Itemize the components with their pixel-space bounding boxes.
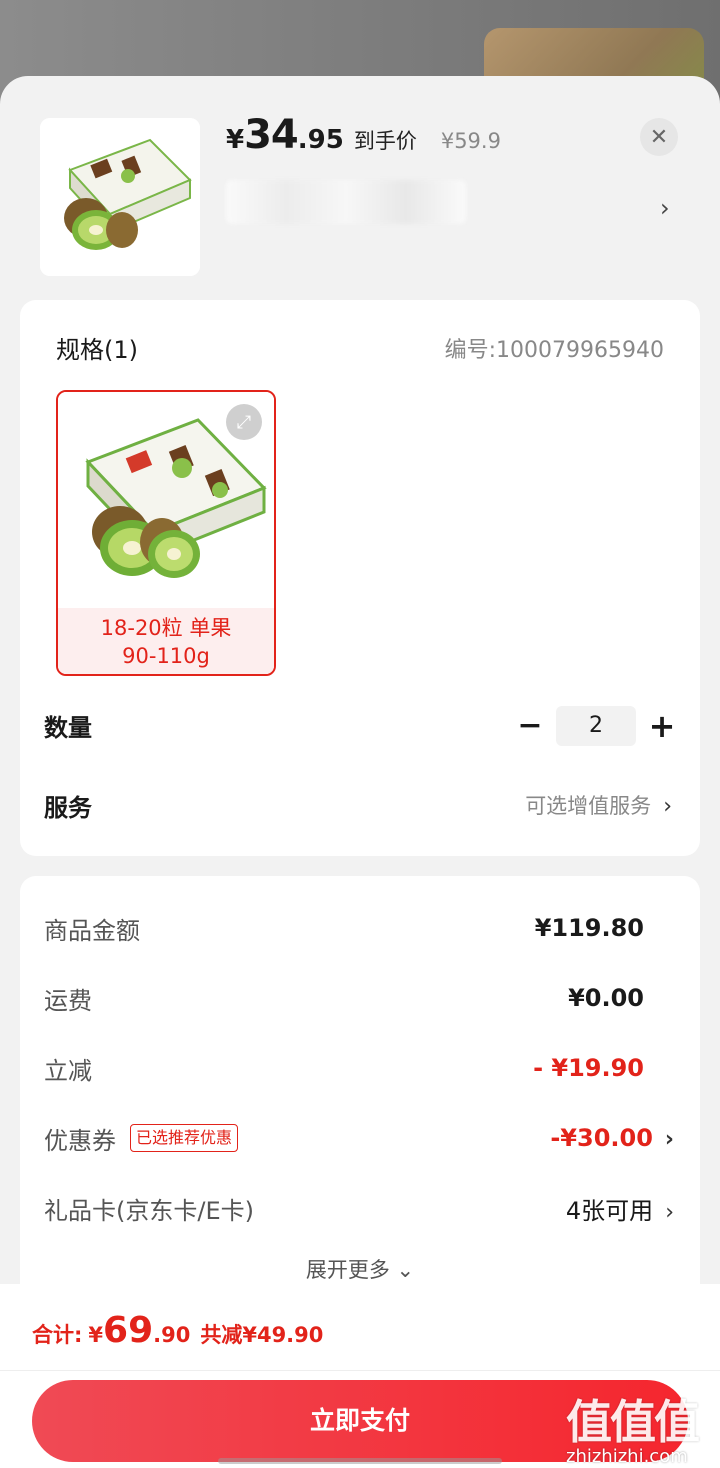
- product-thumbnail: [40, 118, 200, 276]
- spec-option-selected[interactable]: ⤢ 18-20粒 单果 90-110g: [56, 390, 276, 676]
- watermark: 值值值 zhizhizhi.com: [566, 1386, 714, 1467]
- giftcard-label: 礼品卡(京东卡/E卡): [44, 1196, 254, 1225]
- home-indicator: [218, 1458, 502, 1464]
- spec-option-label: 18-20粒 单果 90-110g: [58, 608, 274, 674]
- expand-image-icon[interactable]: ⤢: [226, 404, 262, 440]
- price-row: ¥ 34 .95 到手价 ¥59.9: [226, 112, 501, 158]
- goods-amount-value: ¥119.80: [534, 914, 644, 942]
- shipping-label: 运费: [44, 986, 92, 1015]
- blurred-product-title: [226, 180, 466, 224]
- spec-option-line2: 90-110g: [122, 644, 210, 668]
- spec-title: 规格(1): [56, 336, 138, 364]
- shipping-value: ¥0.00: [568, 984, 644, 1012]
- total-decimal: .90: [153, 1323, 191, 1347]
- shipping-row: 运费 ¥0.00: [44, 978, 674, 1018]
- coupon-value-group: -¥30.00 ›: [550, 1124, 674, 1152]
- service-label: 服务: [44, 794, 92, 822]
- price-integer: 34: [244, 112, 299, 158]
- chevron-right-icon: ›: [663, 794, 672, 819]
- giftcard-value-group: 4张可用 ›: [566, 1191, 674, 1226]
- total-saving: 共减¥49.90: [200, 1323, 324, 1347]
- giftcard-value: 4张可用: [565, 1196, 654, 1225]
- instant-discount-value: - ¥19.90: [533, 1054, 644, 1082]
- service-value: 可选增值服务: [525, 794, 652, 818]
- sku-number: 编号:100079965940: [444, 338, 664, 363]
- price-decimal: .95: [297, 125, 344, 155]
- final-price-tag: 到手价: [353, 129, 417, 153]
- spec-option-line1: 18-20粒 单果: [100, 616, 232, 640]
- price-summary-card: 商品金额 ¥119.80 运费 ¥0.00 立减 - ¥19.90 优惠券 已选…: [20, 876, 700, 1316]
- watermark-logo: 值值值: [566, 1395, 700, 1449]
- giftcard-row[interactable]: 礼品卡(京东卡/E卡) 4张可用 ›: [44, 1188, 674, 1228]
- goods-amount-label: 商品金额: [44, 916, 140, 945]
- price-currency: ¥: [226, 125, 245, 155]
- service-selector[interactable]: 可选增值服务 ›: [525, 790, 672, 820]
- close-button[interactable]: ✕: [640, 118, 678, 156]
- total-row: 合计: ¥ 69 .90 共减¥49.90: [32, 1310, 323, 1351]
- spec-card: 规格(1) 编号:100079965940 ⤢ 18-20粒 单果 90-110…: [20, 300, 700, 856]
- minus-icon[interactable]: −: [516, 708, 544, 744]
- instant-discount-row: 立减 - ¥19.90: [44, 1048, 674, 1088]
- total-integer: 69: [103, 1310, 154, 1351]
- instant-discount-label: 立减: [44, 1056, 92, 1085]
- coupon-value: -¥30.00: [550, 1124, 653, 1152]
- plus-icon[interactable]: +: [648, 706, 676, 746]
- chevron-right-icon: ›: [664, 1127, 674, 1152]
- expand-more-button[interactable]: 展开更多 ⌄: [20, 1254, 700, 1284]
- coupon-label: 优惠券: [44, 1126, 116, 1155]
- chevron-right-icon[interactable]: ›: [660, 194, 670, 222]
- chevron-right-icon: ›: [665, 1199, 674, 1225]
- goods-amount-row: 商品金额 ¥119.80: [44, 908, 674, 948]
- coupon-row[interactable]: 优惠券 已选推荐优惠 -¥30.00 ›: [44, 1118, 674, 1158]
- total-label: 合计:: [32, 1323, 83, 1347]
- close-icon: ✕: [649, 124, 669, 150]
- quantity-input[interactable]: 2: [556, 706, 636, 746]
- divider: [0, 1370, 720, 1371]
- original-price: ¥59.9: [440, 129, 501, 153]
- coupon-badge: 已选推荐优惠: [130, 1124, 239, 1152]
- purchase-sheet: ¥ 34 .95 到手价 ¥59.9 ✕ › 规格(1) 编号:10007996…: [0, 76, 720, 1468]
- total-currency: ¥: [88, 1323, 104, 1347]
- quantity-label: 数量: [44, 714, 92, 742]
